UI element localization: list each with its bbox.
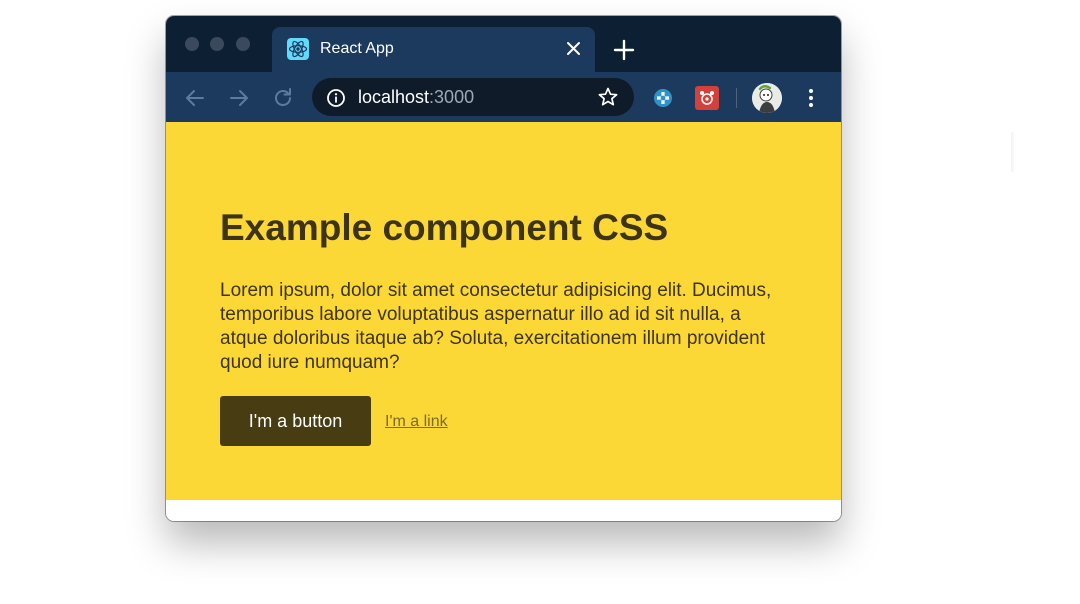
info-icon[interactable]: [326, 88, 346, 108]
tab-strip: React App: [166, 16, 841, 72]
react-logo-icon: [287, 38, 309, 60]
red-extension-icon[interactable]: [695, 86, 719, 110]
tab-title: React App: [320, 40, 394, 57]
kebab-menu-icon[interactable]: [801, 85, 821, 111]
page-bottom-strip: [166, 500, 841, 521]
background-shadow-edge: [1011, 132, 1015, 172]
url-host: localhost: [358, 87, 430, 107]
page-paragraph: Lorem ipsum, dolor sit amet consectetur …: [220, 280, 772, 373]
back-arrow-icon[interactable]: [182, 85, 208, 111]
browser-window: React App localhost:3000 Example compone…: [166, 16, 841, 521]
tab-react-app[interactable]: React App: [272, 27, 595, 72]
browser-toolbar: localhost:3000: [166, 72, 841, 122]
address-bar[interactable]: localhost:3000: [312, 78, 634, 116]
star-icon[interactable]: [597, 86, 619, 108]
minimize-window-button[interactable]: [210, 37, 224, 51]
primary-button[interactable]: I'm a button: [220, 396, 371, 446]
page-link[interactable]: I'm a link: [385, 412, 448, 432]
plus-icon[interactable]: [612, 38, 636, 62]
avatar[interactable]: [752, 83, 782, 113]
toolbar-divider: [736, 88, 737, 108]
page-title: Example component CSS: [220, 207, 669, 248]
page-viewport: Example component CSS Lorem ipsum, dolor…: [166, 122, 841, 500]
close-icon[interactable]: [564, 38, 584, 60]
reload-icon[interactable]: [270, 85, 296, 111]
url-port: :3000: [429, 87, 475, 107]
puzzle-extension-icon[interactable]: [652, 87, 674, 109]
close-window-button[interactable]: [185, 37, 199, 51]
url-text[interactable]: localhost:3000: [358, 87, 474, 107]
forward-arrow-icon[interactable]: [226, 85, 252, 111]
maximize-window-button[interactable]: [236, 37, 250, 51]
